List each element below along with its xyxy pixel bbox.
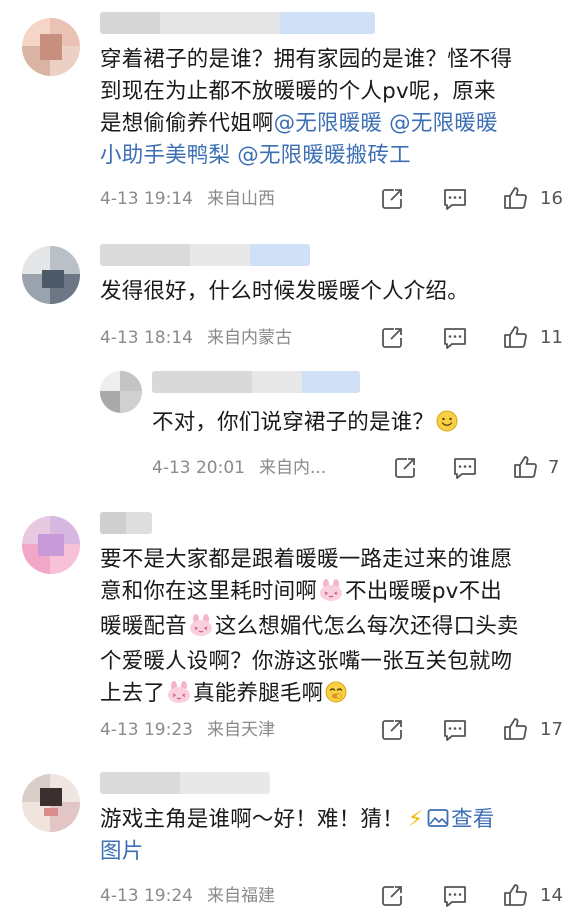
comment-icon	[444, 328, 466, 349]
reply-comment: 不对，你们说穿裙子的是谁？ 4-13 20:01 来自内... 7	[0, 365, 580, 490]
share-icon	[382, 189, 402, 209]
like-icon	[504, 187, 527, 209]
location: 来自山西	[206, 189, 275, 209]
avatar[interactable]	[22, 774, 80, 832]
like-count: 7	[548, 457, 560, 478]
share-button[interactable]	[393, 455, 417, 481]
comment-body: 游戏主角是谁啊～好！难！猜！ ⚡ 查看 图片	[100, 807, 495, 864]
comment-body: 穿着裙子的是谁？拥有家园的是谁？怪不得 到现在为止都不放暖暖的个人pv呢，原来 …	[100, 47, 513, 168]
comment-body: 发得很好，什么时候发暖暖个人介绍。	[100, 279, 469, 304]
comment-icon	[454, 458, 476, 479]
comment-meta: 4-13 18:14 来自内蒙古	[100, 327, 292, 349]
location: 来自内蒙古	[206, 328, 292, 348]
username-blurred[interactable]	[100, 12, 375, 34]
share-button[interactable]	[380, 186, 404, 212]
mention-link[interactable]: @无限暖暖搬砖工	[237, 143, 411, 168]
mention-link[interactable]: @无限暖暖	[274, 111, 383, 136]
comment-icon	[444, 886, 466, 907]
like-button[interactable]	[512, 454, 538, 480]
share-icon	[382, 720, 402, 740]
comment-button[interactable]	[452, 455, 478, 481]
comment-body: 要不是大家都是跟着暖暖一路走过来的谁愿 意和你在这里耗时间啊 不出暖暖pv不出 …	[100, 544, 565, 713]
lightning-emoji: ⚡	[407, 807, 424, 832]
username-blurred[interactable]	[100, 512, 152, 534]
share-button[interactable]	[380, 717, 404, 743]
comment-2: 发得很好，什么时候发暖暖个人介绍。 4-13 18:14 来自内蒙古 11	[0, 230, 580, 365]
like-icon	[504, 718, 527, 740]
share-button[interactable]	[380, 883, 404, 909]
mention-link[interactable]: @无限暖暖	[389, 111, 498, 136]
view-image-link[interactable]: 查看	[427, 807, 494, 832]
comment-body: 不对，你们说穿裙子的是谁？	[152, 407, 552, 442]
pink-bunny-emoji	[189, 614, 213, 646]
comment-button[interactable]	[442, 883, 468, 909]
comment-meta: 4-13 19:14 来自山西	[100, 188, 275, 210]
pink-bunny-emoji	[319, 579, 343, 611]
timestamp: 4-13 19:24	[100, 886, 193, 906]
comment-meta: 4-13 20:01 来自内...	[152, 457, 326, 479]
comment-meta: 4-13 19:24 来自福建	[100, 885, 275, 907]
comment-1: 穿着裙子的是谁？拥有家园的是谁？怪不得 到现在为止都不放暖暖的个人pv呢，原来 …	[0, 0, 580, 215]
username-blurred[interactable]	[152, 371, 360, 393]
location: 来自天津	[206, 720, 275, 740]
mention-link[interactable]: 小助手美鸭梨	[100, 143, 230, 168]
smile-emoji	[436, 410, 458, 442]
avatar[interactable]	[22, 516, 80, 574]
comment-meta: 4-13 19:23 来自天津	[100, 719, 275, 741]
comment-5: 游戏主角是谁啊～好！难！猜！ ⚡ 查看 图片 4-13 19:24 来自福建 14	[0, 762, 580, 916]
like-button[interactable]	[502, 882, 528, 908]
username-blurred[interactable]	[100, 244, 310, 266]
timestamp: 4-13 18:14	[100, 328, 193, 348]
share-icon	[382, 328, 402, 348]
like-icon	[514, 456, 537, 478]
image-icon	[427, 809, 449, 827]
share-icon	[395, 458, 415, 478]
view-image-link-cont[interactable]: 图片	[100, 839, 143, 864]
avatar[interactable]	[22, 246, 80, 304]
like-count: 16	[540, 188, 563, 209]
location: 来自福建	[206, 886, 275, 906]
like-icon	[504, 884, 527, 906]
timestamp: 4-13 20:01	[152, 458, 245, 478]
comment-button[interactable]	[442, 186, 468, 212]
location: 来自内...	[258, 458, 327, 478]
giggle-emoji	[325, 681, 347, 713]
avatar[interactable]	[22, 18, 80, 76]
like-button[interactable]	[502, 716, 528, 742]
comment-icon	[444, 189, 466, 210]
comment-button[interactable]	[442, 325, 468, 351]
like-count: 14	[540, 885, 563, 906]
timestamp: 4-13 19:14	[100, 189, 193, 209]
like-icon	[504, 326, 527, 348]
like-button[interactable]	[502, 324, 528, 350]
like-button[interactable]	[502, 185, 528, 211]
like-count: 11	[540, 327, 563, 348]
avatar[interactable]	[100, 371, 142, 413]
comment-icon	[444, 720, 466, 741]
share-icon	[382, 886, 402, 906]
like-count: 17	[540, 719, 563, 740]
username-blurred[interactable]	[100, 772, 270, 794]
timestamp: 4-13 19:23	[100, 720, 193, 740]
comment-button[interactable]	[442, 717, 468, 743]
comment-4: 要不是大家都是跟着暖暖一路走过来的谁愿 意和你在这里耗时间啊 不出暖暖pv不出 …	[0, 500, 580, 755]
share-button[interactable]	[380, 325, 404, 351]
pink-bunny-emoji	[167, 681, 191, 713]
